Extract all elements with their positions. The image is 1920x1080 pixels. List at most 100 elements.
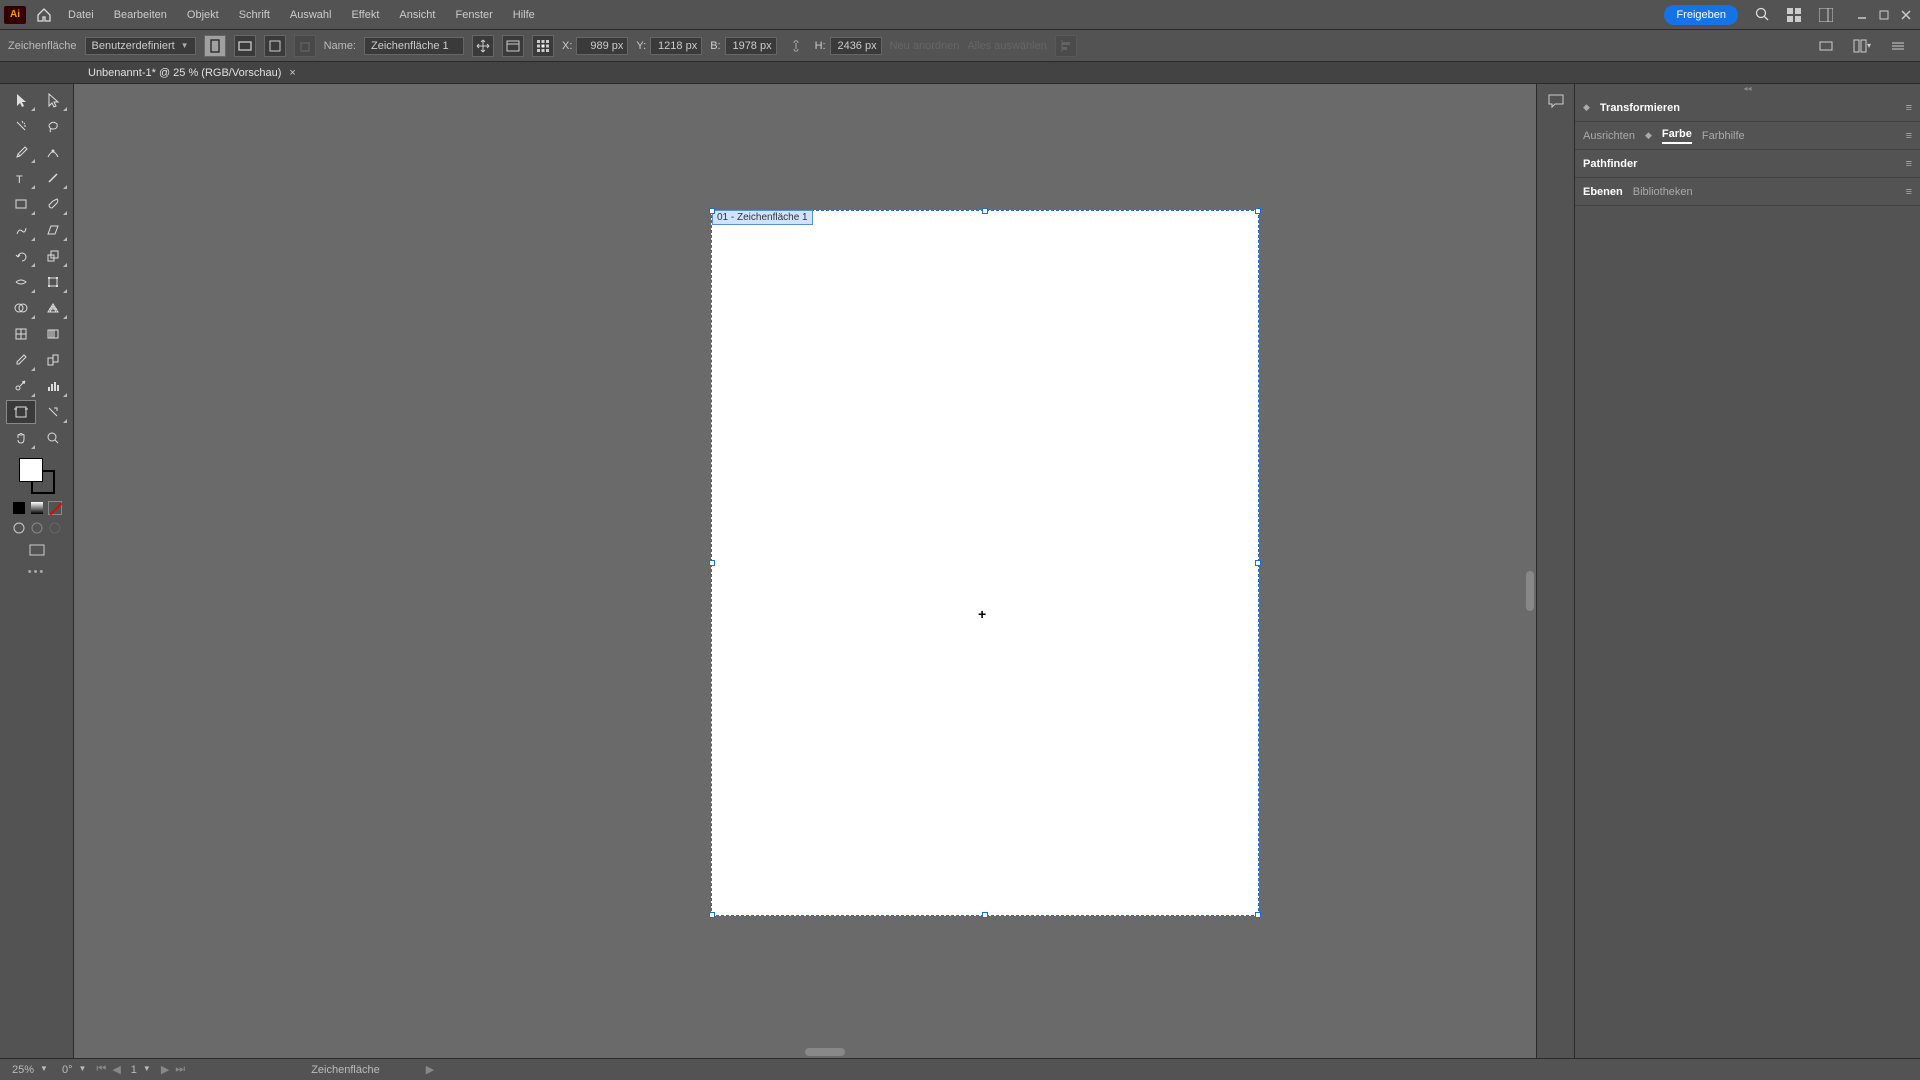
scrollbar-vertical[interactable]: [1526, 571, 1534, 611]
rotate-tool[interactable]: [6, 244, 36, 268]
slice-tool[interactable]: [38, 400, 68, 424]
canvas-area[interactable]: 01 - Zeichenfläche 1 +: [74, 84, 1536, 1058]
search-icon[interactable]: [1750, 3, 1774, 27]
screen-mode-button[interactable]: [22, 542, 52, 558]
artboard-options-button[interactable]: [502, 35, 524, 57]
layers-panel-menu-icon[interactable]: ≡: [1906, 186, 1912, 198]
align-button[interactable]: [1055, 35, 1077, 57]
y-input[interactable]: [650, 37, 702, 55]
reference-point-button[interactable]: [532, 35, 554, 57]
color-panel-menu-icon[interactable]: ≡: [1906, 130, 1912, 142]
selection-tool[interactable]: [6, 88, 36, 112]
mesh-tool[interactable]: [6, 322, 36, 346]
pathfinder-panel-tab[interactable]: Pathfinder: [1583, 158, 1637, 170]
gpu-preview-icon[interactable]: [1814, 34, 1838, 58]
arrange-split-icon[interactable]: [1814, 3, 1838, 27]
artboard-name-input[interactable]: [364, 37, 464, 55]
link-wh-button[interactable]: [785, 35, 807, 57]
scale-tool[interactable]: [38, 244, 68, 268]
handle-bot-right[interactable]: [1255, 912, 1261, 918]
lasso-tool[interactable]: [38, 114, 68, 138]
artboard-nav-dropdown[interactable]: 1▼: [127, 1063, 155, 1077]
delete-artboard-button[interactable]: [294, 35, 316, 57]
handle-top-left[interactable]: [709, 208, 715, 214]
x-input[interactable]: [576, 37, 628, 55]
line-tool[interactable]: [38, 166, 68, 190]
draw-behind-button[interactable]: [29, 520, 45, 536]
orientation-landscape-button[interactable]: [234, 35, 256, 57]
handle-bot-mid[interactable]: [982, 912, 988, 918]
zoom-tool[interactable]: [38, 426, 68, 450]
draw-normal-button[interactable]: [11, 520, 27, 536]
artboard-next-icon[interactable]: ▶: [161, 1063, 169, 1076]
magic-wand-tool[interactable]: [6, 114, 36, 138]
artboard-prev-icon[interactable]: ◀: [112, 1063, 120, 1076]
artboard-last-icon[interactable]: ⏭: [175, 1063, 185, 1076]
scrollbar-horizontal[interactable]: [805, 1048, 845, 1056]
align-panel-tab[interactable]: Ausrichten: [1583, 130, 1635, 142]
menu-ansicht[interactable]: Ansicht: [391, 5, 443, 25]
perspective-grid-tool[interactable]: [38, 296, 68, 320]
window-close-icon[interactable]: [1896, 5, 1916, 25]
edit-toolbar-button[interactable]: •••: [28, 566, 46, 578]
handle-mid-left[interactable]: [709, 560, 715, 566]
handle-top-mid[interactable]: [982, 208, 988, 214]
zoom-dropdown[interactable]: 25%▼: [8, 1063, 52, 1077]
share-button[interactable]: Freigeben: [1664, 5, 1738, 25]
draw-inside-button[interactable]: [47, 520, 63, 536]
menu-effekt[interactable]: Effekt: [343, 5, 387, 25]
color-panel-tab[interactable]: Farbe: [1662, 128, 1692, 144]
shape-builder-tool[interactable]: [6, 296, 36, 320]
rectangle-tool[interactable]: [6, 192, 36, 216]
window-minimize-icon[interactable]: [1852, 5, 1872, 25]
pathfinder-panel-menu-icon[interactable]: ≡: [1906, 158, 1912, 170]
gradient-tool[interactable]: [38, 322, 68, 346]
tab-close-icon[interactable]: ×: [289, 67, 295, 79]
pen-tool[interactable]: [6, 140, 36, 164]
w-input[interactable]: [725, 37, 777, 55]
gradient-mode-button[interactable]: [29, 500, 45, 516]
menu-fenster[interactable]: Fenster: [447, 5, 500, 25]
h-input[interactable]: [830, 37, 882, 55]
type-tool[interactable]: T: [6, 166, 36, 190]
layers-panel-tab[interactable]: Ebenen: [1583, 186, 1623, 198]
direct-selection-tool[interactable]: [38, 88, 68, 112]
transform-panel-menu-icon[interactable]: ≡: [1906, 102, 1912, 114]
shaper-tool[interactable]: [6, 218, 36, 242]
width-tool[interactable]: [6, 270, 36, 294]
handle-mid-right[interactable]: [1255, 560, 1261, 566]
blend-tool[interactable]: [38, 348, 68, 372]
prefs-icon[interactable]: ▾: [1850, 34, 1874, 58]
colorguide-panel-tab[interactable]: Farbhilfe: [1702, 130, 1745, 142]
menu-hilfe[interactable]: Hilfe: [505, 5, 543, 25]
menu-objekt[interactable]: Objekt: [179, 5, 227, 25]
column-graph-tool[interactable]: [38, 374, 68, 398]
orientation-portrait-button[interactable]: [204, 35, 226, 57]
status-play-icon[interactable]: ▶: [426, 1063, 434, 1076]
eyedropper-tool[interactable]: [6, 348, 36, 372]
artboard[interactable]: 01 - Zeichenfläche 1: [711, 210, 1259, 916]
comments-panel-icon[interactable]: [1547, 92, 1565, 110]
menu-schrift[interactable]: Schrift: [231, 5, 278, 25]
symbol-sprayer-tool[interactable]: [6, 374, 36, 398]
transform-panel-tab[interactable]: Transformieren: [1600, 102, 1680, 114]
paintbrush-tool[interactable]: [38, 192, 68, 216]
new-artboard-button[interactable]: [264, 35, 286, 57]
menu-auswahl[interactable]: Auswahl: [282, 5, 340, 25]
panel-menu-icon[interactable]: [1886, 34, 1910, 58]
artboard-label[interactable]: 01 - Zeichenfläche 1: [712, 210, 813, 225]
curvature-tool[interactable]: [38, 140, 68, 164]
none-mode-button[interactable]: [47, 500, 63, 516]
fill-swatch[interactable]: [19, 458, 43, 482]
menu-bearbeiten[interactable]: Bearbeiten: [106, 5, 175, 25]
fill-stroke-swatch[interactable]: [17, 456, 57, 496]
document-tab[interactable]: Unbenannt-1* @ 25 % (RGB/Vorschau) ×: [78, 64, 306, 82]
arrange-grid-icon[interactable]: [1782, 3, 1806, 27]
eraser-tool[interactable]: [38, 218, 68, 242]
move-artwork-button[interactable]: [472, 35, 494, 57]
artboard-tool[interactable]: [6, 400, 36, 424]
hand-tool[interactable]: [6, 426, 36, 450]
handle-top-right[interactable]: [1255, 208, 1261, 214]
rotation-dropdown[interactable]: 0°▼: [58, 1063, 90, 1077]
menu-datei[interactable]: Datei: [60, 5, 102, 25]
